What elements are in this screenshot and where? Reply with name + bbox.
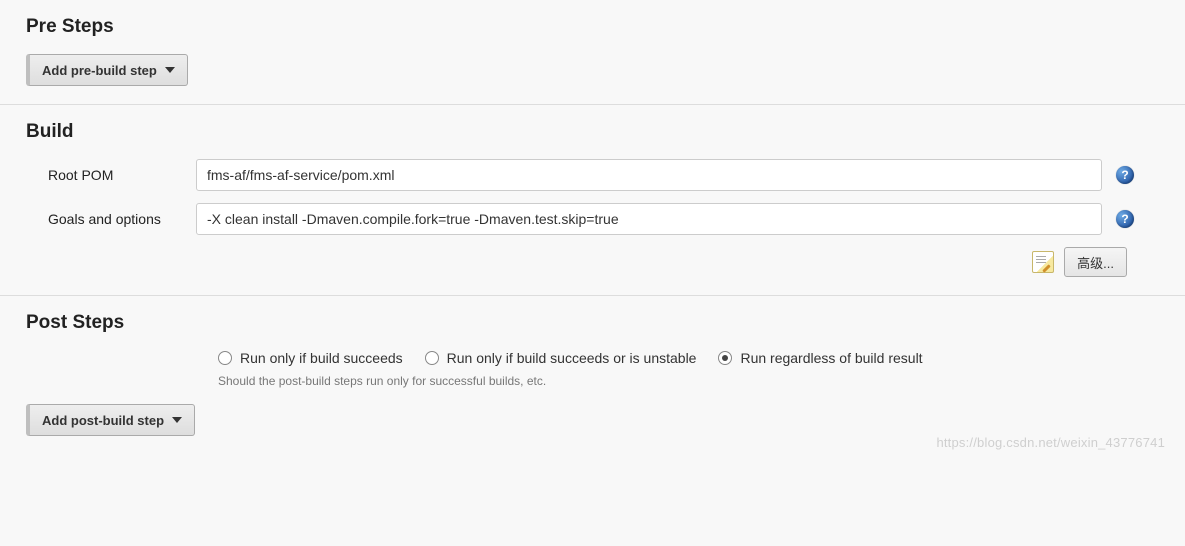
help-icon[interactable]: ? (1116, 166, 1134, 184)
radio-label: Run only if build succeeds or is unstabl… (447, 350, 697, 366)
post-steps-title: Post Steps (26, 312, 1159, 334)
radio-label: Run only if build succeeds (240, 350, 403, 366)
advanced-button[interactable]: 高级... (1064, 247, 1127, 277)
radio-icon (425, 351, 439, 365)
radio-opt-succeeds[interactable]: Run only if build succeeds (218, 350, 403, 366)
build-title: Build (26, 121, 1159, 143)
pre-steps-title: Pre Steps (26, 16, 1159, 38)
add-post-build-step-label: Add post-build step (42, 413, 164, 428)
caret-down-icon (165, 67, 175, 73)
help-icon[interactable]: ? (1116, 210, 1134, 228)
note-icon[interactable] (1032, 251, 1054, 273)
add-pre-build-step-button[interactable]: Add pre-build step (26, 54, 188, 86)
radio-opt-regardless[interactable]: Run regardless of build result (718, 350, 922, 366)
root-pom-row: Root POM ? (26, 159, 1159, 191)
radio-label: Run regardless of build result (740, 350, 922, 366)
radio-icon (218, 351, 232, 365)
root-pom-label: Root POM (26, 167, 196, 183)
post-steps-hint: Should the post-build steps run only for… (218, 374, 1159, 388)
goals-input[interactable] (196, 203, 1102, 235)
radio-icon (718, 351, 732, 365)
advanced-row: 高级... (26, 247, 1159, 277)
pre-steps-section: Pre Steps Add pre-build step (0, 0, 1185, 105)
add-pre-build-step-label: Add pre-build step (42, 63, 157, 78)
caret-down-icon (172, 417, 182, 423)
post-steps-radio-group: Run only if build succeeds Run only if b… (218, 350, 1159, 366)
watermark-text: https://blog.csdn.net/weixin_43776741 (936, 435, 1165, 450)
goals-row: Goals and options ? (26, 203, 1159, 235)
post-steps-section: Post Steps Run only if build succeeds Ru… (0, 296, 1185, 454)
build-section: Build Root POM ? Goals and options ? 高级.… (0, 105, 1185, 296)
root-pom-input[interactable] (196, 159, 1102, 191)
add-post-build-step-button[interactable]: Add post-build step (26, 404, 195, 436)
radio-opt-unstable[interactable]: Run only if build succeeds or is unstabl… (425, 350, 697, 366)
goals-label: Goals and options (26, 211, 196, 227)
